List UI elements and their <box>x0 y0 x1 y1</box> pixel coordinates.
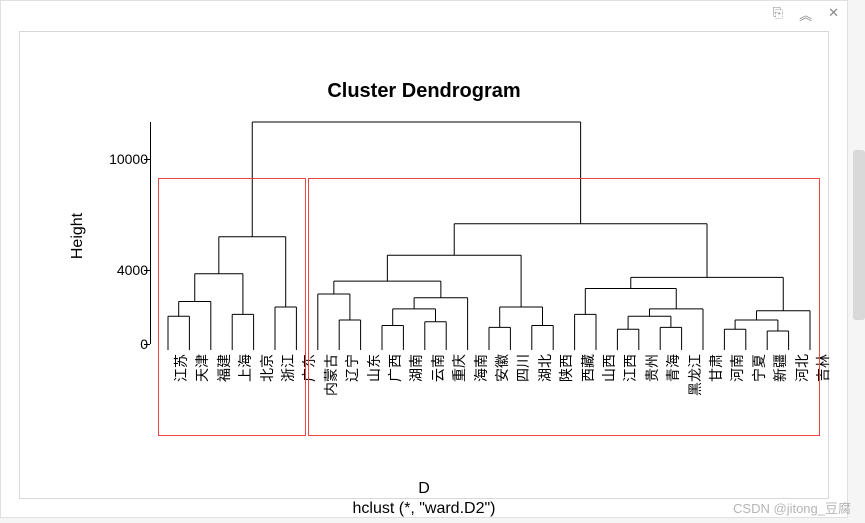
close-icon[interactable]: ✕ <box>828 5 839 24</box>
x-axis-label: D <box>20 480 828 498</box>
y-tick-label: 0 <box>100 336 148 352</box>
plot-area: Cluster Dendrogram Height D hclust (*, "… <box>19 31 829 499</box>
collapse-icon[interactable]: ︽ <box>799 5 812 24</box>
window-controls: ⎘ ︽ ✕ <box>773 5 839 24</box>
method-label: hclust (*, "ward.D2") <box>20 500 828 518</box>
y-tick-label: 10000 <box>100 151 148 167</box>
scrollbar-thumb[interactable] <box>853 150 865 320</box>
cluster-rect <box>158 178 306 437</box>
chart-title: Cluster Dendrogram <box>20 80 828 103</box>
copy-icon[interactable]: ⎘ <box>773 5 783 24</box>
y-tick-label: 4000 <box>100 262 148 278</box>
plot-window: ⎘ ︽ ✕ Cluster Dendrogram Height D hclust… <box>0 0 848 518</box>
y-axis-label: Height <box>69 213 87 259</box>
cluster-rect <box>308 178 820 437</box>
watermark: CSDN @jitong_豆腐 <box>733 498 851 517</box>
